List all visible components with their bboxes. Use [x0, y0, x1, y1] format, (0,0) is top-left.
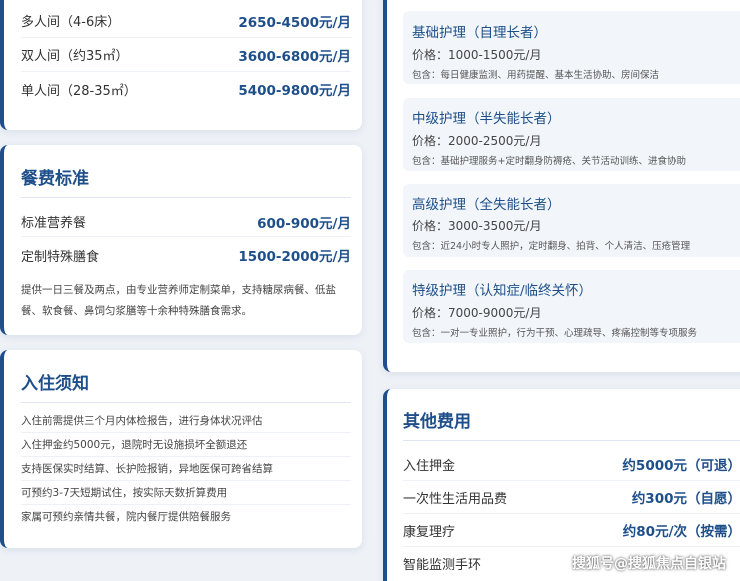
fee-label: 入住押金 [403, 458, 456, 474]
notice-item: 家属可预约亲情共餐，院内餐厅提供陪餐服务 [21, 511, 231, 523]
other-card-title: 其他费用 [403, 407, 740, 441]
room-label: 多人间（4-6床） [21, 15, 121, 30]
notice-card-title: 入住须知 [21, 369, 351, 403]
care-level-title: 基础护理（自理长者） [412, 25, 547, 41]
admission-notice-card: 入住须知 入住前需提供三个月内体检报告，进行身体状况评估 入住押金约5000元，… [0, 350, 362, 548]
fee-row-supplies: 一次性生活用品费 约300元（自愿） [403, 481, 740, 514]
care-level-title: 中级护理（半失能长者） [412, 111, 561, 127]
room-price: 2650-4500元/月 [238, 14, 351, 31]
meal-price-card: 餐费标准 标准营养餐 600-900元/月 定制特殊膳食 1500-2000元/… [0, 145, 362, 335]
notice-item: 入住押金约5000元，退院时无设施损坏全额退还 [21, 433, 351, 457]
notice-item: 可预约3-7天短期试住，按实际天数折算费用 [21, 481, 351, 505]
fee-value: 约80元/次（按需） [622, 524, 740, 540]
fee-label: 康复理疗 [403, 524, 456, 540]
fee-label: 智能监测手环 [403, 558, 482, 573]
care-level-title: 特级护理（认知症/临终关怀） [412, 283, 593, 299]
room-row-single: 单人间（28-35㎡） 5400-9800元/月 [21, 72, 351, 106]
fee-label: 一次性生活用品费 [403, 491, 508, 507]
care-level-includes: 包含：基础护理服务+定时翻身防褥疮、关节活动训练、进食协助 [412, 156, 686, 167]
notice-item: 入住前需提供三个月内体检报告，进行身体状况评估 [21, 409, 351, 433]
meal-row-standard: 标准营养餐 600-900元/月 [21, 207, 351, 237]
care-level-price: 价格：2000-2500元/月 [412, 134, 542, 148]
care-level-special: 特级护理（认知症/临终关怀） 价格：7000-9000元/月 包含：一对一专业照… [403, 270, 740, 343]
meal-price: 1500-2000元/月 [238, 249, 351, 265]
fee-row-deposit: 入住押金 约5000元（可退） [403, 448, 740, 481]
care-level-intermediate: 中级护理（半失能长者） 价格：2000-2500元/月 包含：基础护理服务+定时… [403, 98, 740, 171]
care-level-includes: 包含：每日健康监测、用药提醒、基本生活协助、房间保洁 [412, 70, 660, 81]
meal-row-custom: 定制特殊膳食 1500-2000元/月 [21, 239, 351, 271]
room-price-card: 多人间（4-6床） 2650-4500元/月 双人间（约35㎡） 3600-68… [0, 0, 362, 130]
care-level-title: 高级护理（全失能长者） [412, 197, 561, 213]
meal-label: 标准营养餐 [21, 216, 87, 231]
meal-label: 定制特殊膳食 [21, 249, 100, 265]
care-level-card: 基础护理（自理长者） 价格：1000-1500元/月 包含：每日健康监测、用药提… [383, 0, 740, 372]
meal-note: 提供一日三餐及两点，由专业营养师定制菜单，支持糖尿病餐、低盐 餐、软食餐、鼻饲匀… [21, 284, 336, 317]
room-label: 双人间（约35㎡） [21, 49, 129, 64]
care-level-price: 价格：7000-9000元/月 [412, 306, 542, 320]
watermark: 搜狐号@搜狐焦点自银站 [572, 556, 726, 572]
room-row-multi: 多人间（4-6床） 2650-4500元/月 [21, 4, 351, 38]
care-level-price: 价格：3000-3500元/月 [412, 219, 542, 233]
room-label: 单人间（28-35㎡） [21, 83, 137, 99]
room-row-double: 双人间（约35㎡） 3600-6800元/月 [21, 38, 351, 72]
fee-row-rehab: 康复理疗 约80元/次（按需） [403, 514, 740, 547]
fee-value: 约5000元（可退） [622, 458, 740, 474]
meal-price: 600-900元/月 [257, 215, 351, 232]
care-level-advanced: 高级护理（全失能长者） 价格：3000-3500元/月 包含：近24小时专人照护… [403, 184, 740, 257]
care-level-price: 价格：1000-1500元/月 [412, 48, 542, 62]
care-level-basic: 基础护理（自理长者） 价格：1000-1500元/月 包含：每日健康监测、用药提… [403, 11, 740, 84]
care-level-includes: 包含：近24小时专人照护，定时翻身、拍背、个人清洁、压疮管理 [412, 241, 691, 252]
notice-item: 支持医保实时结算、长护险报销，异地医保可跨省结算 [21, 457, 351, 481]
meal-card-title: 餐费标准 [21, 164, 351, 198]
care-level-includes: 包含：一对一专业照护，行为干预、心理疏导、疼痛控制等专项服务 [412, 328, 698, 339]
fee-value: 约300元（自愿） [631, 491, 740, 507]
room-price: 5400-9800元/月 [238, 83, 351, 99]
room-price: 3600-6800元/月 [238, 48, 351, 65]
